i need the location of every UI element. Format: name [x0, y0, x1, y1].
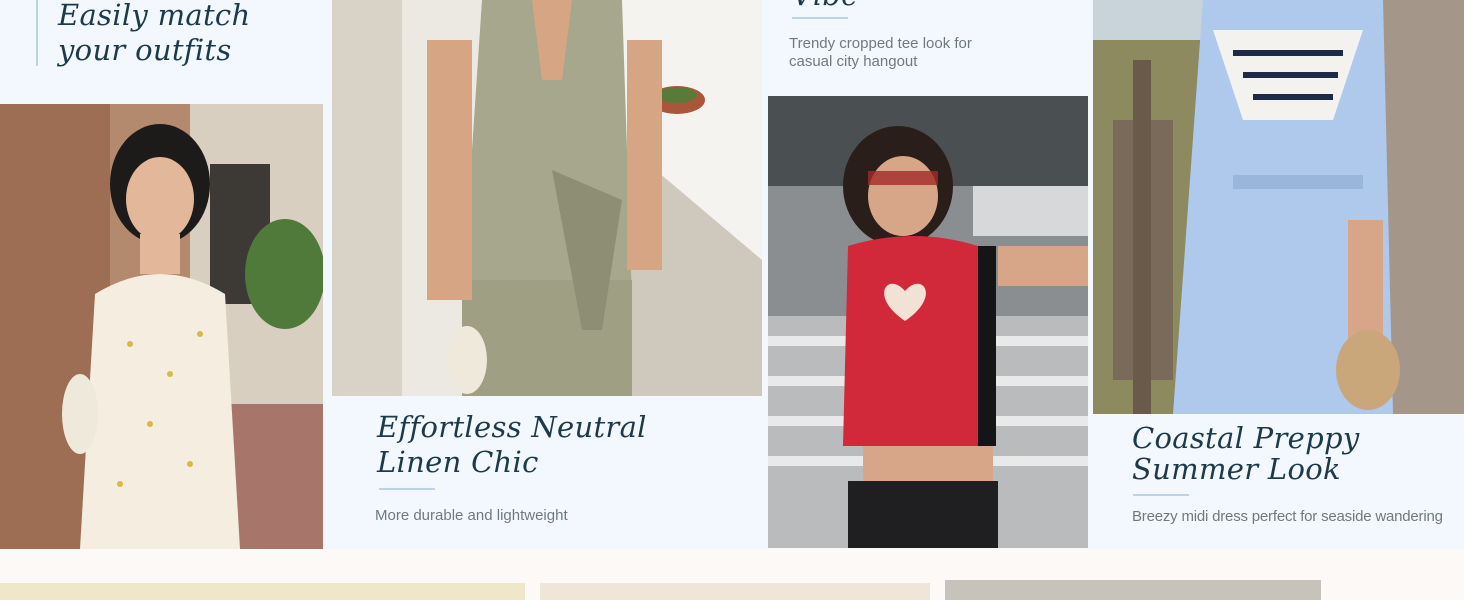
- tile1-title-line2: your outfits: [58, 33, 232, 67]
- tile3-caption-line2: casual city hangout: [789, 53, 918, 70]
- linen-vest-trousers-outfit-photo: [332, 0, 762, 396]
- bottom-row-photo-left: [0, 583, 525, 600]
- tile3-divider: [792, 17, 848, 19]
- tile2-caption: More durable and lightweight: [375, 507, 568, 524]
- bottom-row-photo-middle: [540, 583, 930, 600]
- tile4-title-line2: Summer Look: [1132, 452, 1341, 486]
- heading-accent-bar: [36, 0, 38, 66]
- tile2-divider: [379, 488, 435, 490]
- tile2-title-line2: Linen Chic: [377, 445, 539, 479]
- outfit-collage: Easily match your outfits Effortless Neu…: [0, 0, 1464, 600]
- tile3-title: Vibe: [792, 0, 859, 12]
- tile4-divider: [1133, 494, 1189, 496]
- tile1-title-line1: Easily match: [58, 0, 251, 32]
- tile3-caption-line1: Trendy cropped tee look for: [789, 35, 972, 52]
- tile2-title-line1: Effortless Neutral: [377, 410, 647, 444]
- bottom-row-photo-right: [945, 580, 1321, 600]
- red-heart-crop-tee-outfit-photo: [768, 96, 1088, 548]
- floral-halter-top-outfit-photo: [0, 104, 323, 549]
- tile4-caption: Breezy midi dress perfect for seaside wa…: [1132, 508, 1443, 525]
- blue-midi-dress-outfit-photo: [1093, 0, 1464, 414]
- tile4-title-line1: Coastal Preppy: [1132, 421, 1360, 455]
